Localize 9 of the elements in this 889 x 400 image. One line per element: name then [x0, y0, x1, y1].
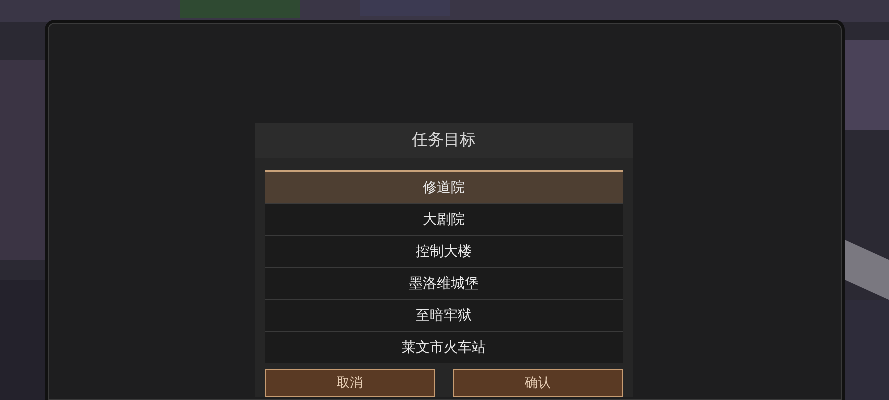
- option-item[interactable]: 大剧院: [265, 204, 623, 235]
- option-item[interactable]: 控制大楼: [265, 236, 623, 267]
- option-item[interactable]: 莱文市火车站: [265, 332, 623, 363]
- confirm-button[interactable]: 确认: [453, 369, 623, 397]
- dialog-title: 任务目标: [255, 123, 633, 158]
- option-item[interactable]: 修道院: [265, 172, 623, 203]
- option-item[interactable]: 至暗牢狱: [265, 300, 623, 331]
- cancel-button[interactable]: 取消: [265, 369, 435, 397]
- option-item[interactable]: 墨洛维城堡: [265, 268, 623, 299]
